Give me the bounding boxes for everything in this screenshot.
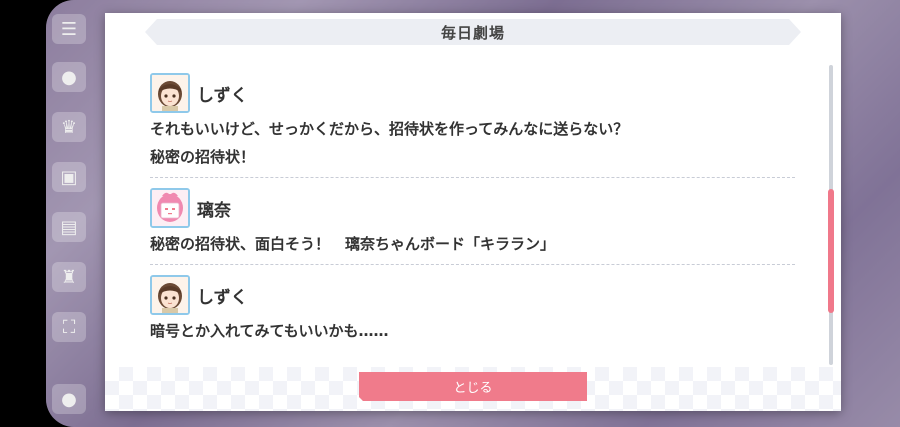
dialogue-entry: しずく 暗号とか入れてみてもいいかも…… bbox=[150, 273, 795, 345]
chat-icon[interactable]: ● bbox=[52, 62, 86, 92]
dialog-title: 毎日劇場 bbox=[440, 23, 505, 42]
dialogue-line: それもいいけど、せっかくだから、招待状を作ってみんなに送らない？ bbox=[150, 120, 629, 138]
entry-divider bbox=[150, 177, 795, 178]
dialogue-entry: 璃奈 秘密の招待状、面白そう！ 璃奈ちゃんボード「キララン」 bbox=[150, 186, 795, 265]
speaker-name: しずく bbox=[197, 85, 248, 106]
present-icon[interactable]: ♛ bbox=[52, 112, 86, 142]
dialogue-line: 秘密の招待状、面白そう！ 璃奈ちゃんボード「キララン」 bbox=[150, 235, 556, 253]
dialogue-entry: しずく それもいいけど、せっかくだから、招待状を作ってみんなに送らない？ 秘密の… bbox=[150, 71, 795, 178]
speaker-row: 璃奈 bbox=[150, 186, 795, 230]
close-button[interactable]: とじる bbox=[359, 372, 587, 401]
dialogue-line: 秘密の招待状！ bbox=[150, 148, 256, 166]
rina-avatar-icon bbox=[150, 188, 190, 228]
entry-divider bbox=[150, 264, 795, 265]
trophy-icon[interactable]: ♜ bbox=[52, 262, 86, 292]
menu-icon[interactable]: ☰ bbox=[52, 14, 86, 44]
dialogue-line: 暗号とか入れてみてもいいかも…… bbox=[150, 322, 389, 340]
speaker-name: しずく bbox=[197, 287, 248, 308]
profile-icon[interactable]: ● bbox=[52, 384, 86, 414]
conversation-log[interactable]: しずく それもいいけど、せっかくだから、招待状を作ってみんなに送らない？ 秘密の… bbox=[150, 71, 795, 345]
shizuku-avatar-icon bbox=[150, 73, 190, 113]
dialog-title-bar: 毎日劇場 bbox=[145, 19, 801, 45]
speaker-name: 璃奈 bbox=[197, 200, 231, 221]
shizuku-avatar-icon bbox=[150, 275, 190, 315]
scrollbar[interactable] bbox=[828, 65, 834, 365]
daily-theater-dialog: 毎日劇場 しずく それもいいけど、せっかくだから、招待状を作ってみんなに送らない… bbox=[105, 13, 841, 411]
expand-icon[interactable]: ⛶ bbox=[52, 312, 86, 342]
speaker-row: しずく bbox=[150, 71, 795, 115]
gift-icon[interactable]: ▣ bbox=[52, 162, 86, 192]
scrollbar-thumb[interactable] bbox=[828, 189, 834, 313]
board-icon[interactable]: ▤ bbox=[52, 212, 86, 242]
speaker-row: しずく bbox=[150, 273, 795, 317]
